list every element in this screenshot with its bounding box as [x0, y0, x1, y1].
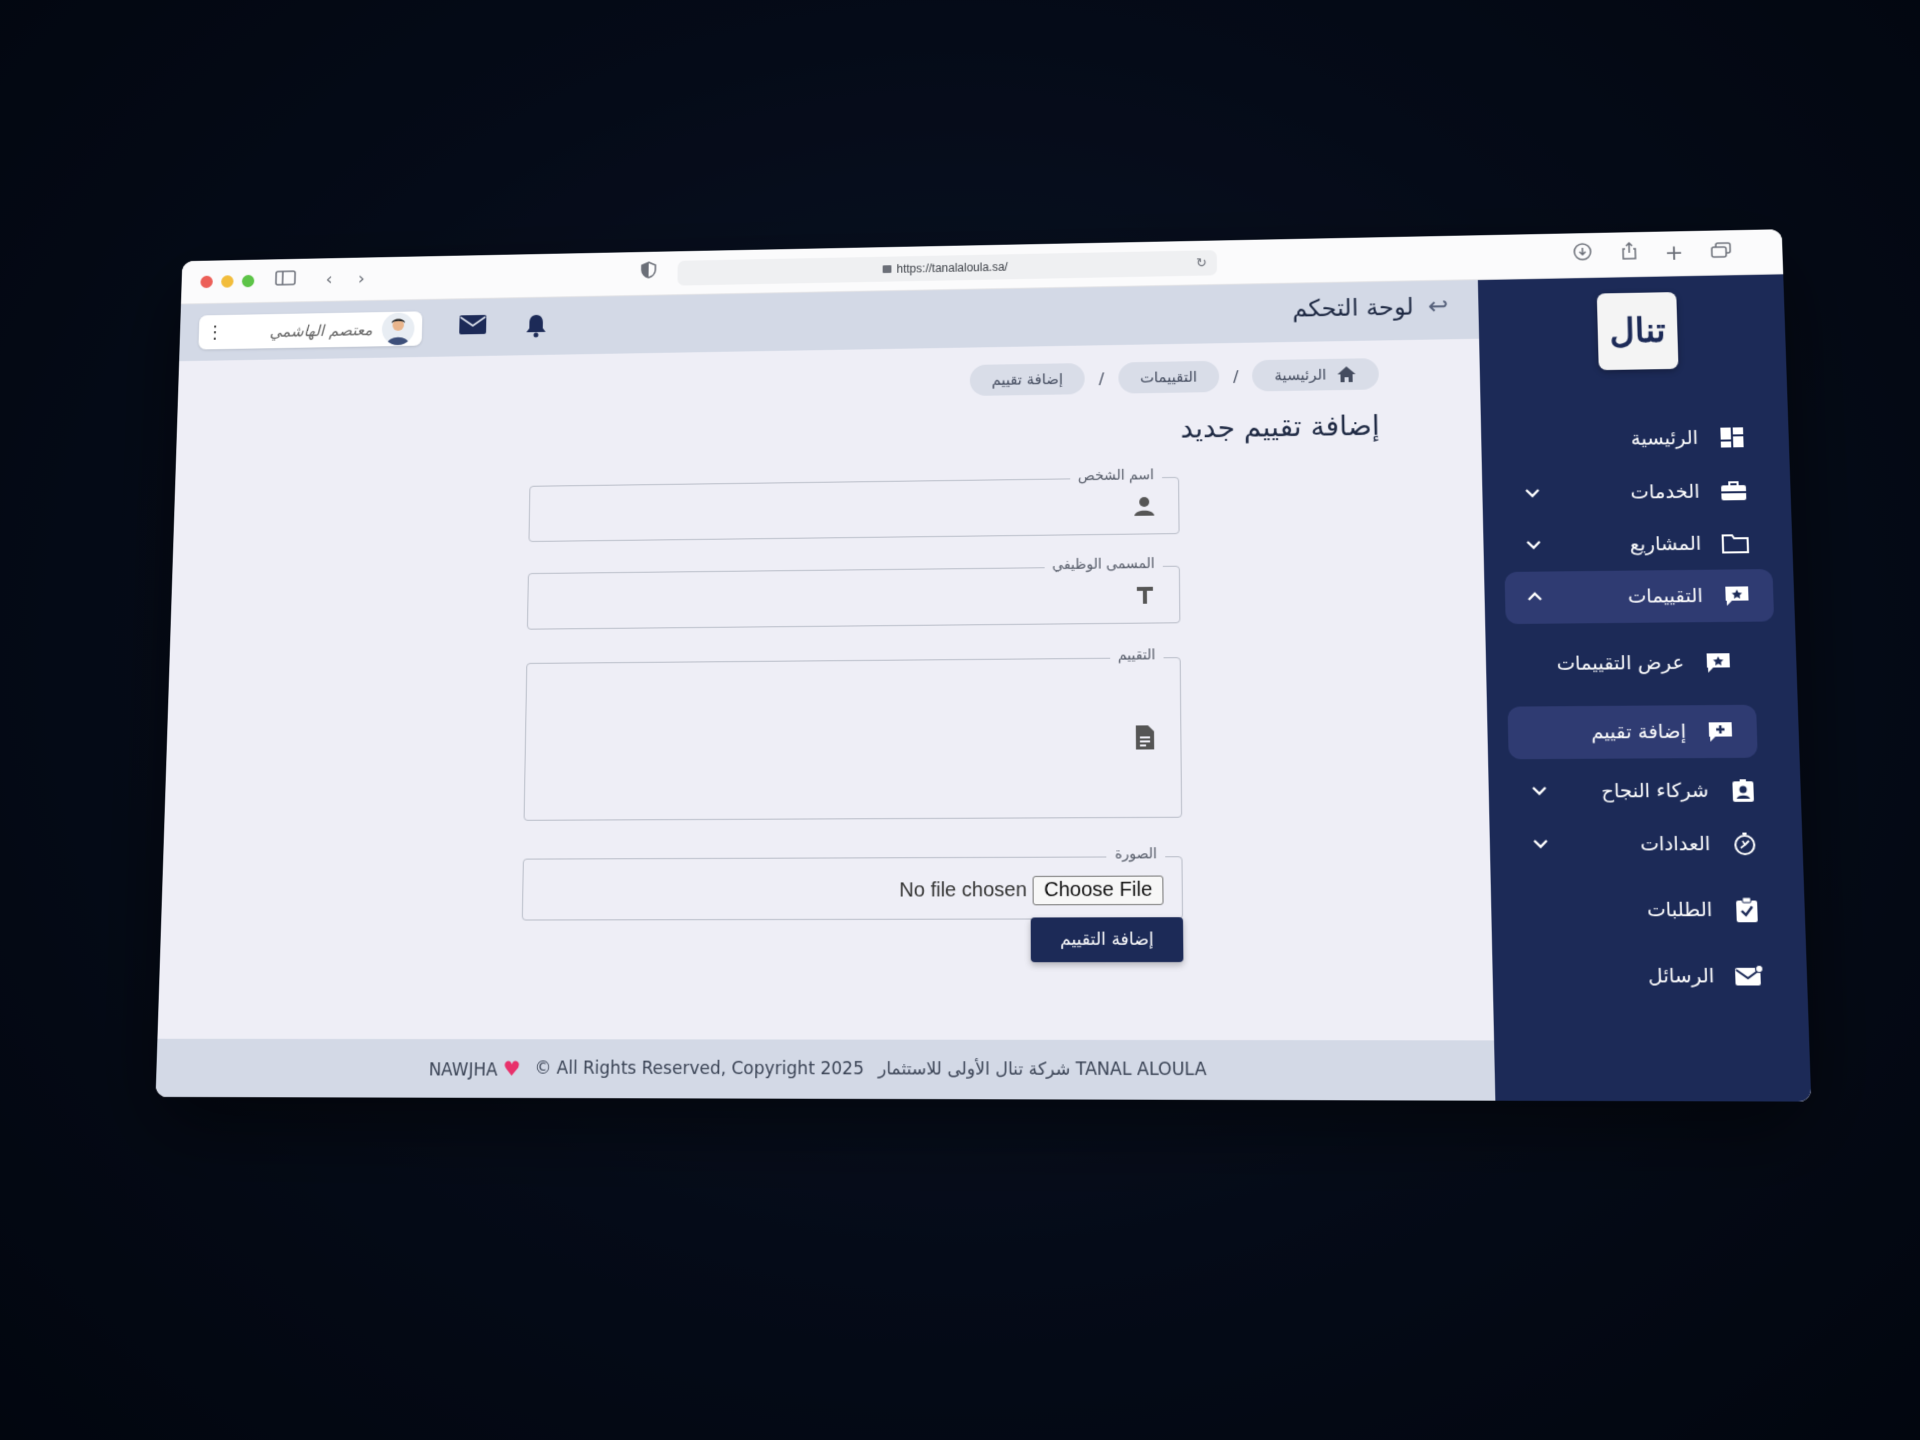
sidebar-item-label: شركاء النجاح: [1600, 779, 1710, 803]
chevron-down-icon[interactable]: [1523, 484, 1542, 502]
text-format-icon: [1133, 583, 1157, 607]
folder-icon: [1719, 530, 1751, 556]
breadcrumb-home[interactable]: الرئيسية: [1252, 358, 1380, 392]
close-window-button[interactable]: [200, 275, 213, 289]
sidebar-item-reviews[interactable]: التقييمات: [1504, 569, 1775, 625]
forward-chevron-icon[interactable]: ›: [348, 266, 375, 293]
sidebar-item-label: الطلبات: [1646, 898, 1713, 922]
sidebar-item-counters[interactable]: العدادات: [1510, 817, 1782, 871]
sidebar-item-label: المشاريع: [1629, 532, 1702, 556]
sidebar: تنال الرئيسية الخدمات المشاريع التقييمات…: [1477, 274, 1812, 1102]
person-icon: [1132, 494, 1156, 518]
review-icon: [1702, 649, 1734, 676]
more-options-icon[interactable]: ⋮: [206, 322, 224, 342]
chevron-down-icon[interactable]: [1531, 834, 1550, 852]
sidebar-item-services[interactable]: الخدمات: [1502, 465, 1770, 520]
bell-icon[interactable]: [524, 313, 553, 340]
person-name-input[interactable]: [539, 488, 1119, 532]
download-icon[interactable]: [1568, 242, 1597, 270]
sidebar-item-add-review[interactable]: إضافة تقييم: [1507, 704, 1758, 760]
lock-icon: [882, 265, 892, 274]
person-name-field[interactable]: اسم الشخص: [528, 467, 1180, 543]
envelope-icon[interactable]: [458, 314, 487, 341]
sidebar-item-home[interactable]: الرئيسية: [1501, 411, 1769, 466]
address-bar[interactable]: https://tanalaloula.sa/ ↻: [677, 250, 1218, 286]
breadcrumb-reviews[interactable]: التقييمات: [1117, 360, 1220, 394]
sidebar-item-label: إضافة تقييم: [1590, 720, 1687, 744]
page-title: إضافة تقييم جديد: [1180, 409, 1380, 445]
sidebar-item-label: التقييمات: [1627, 584, 1704, 608]
breadcrumb-add-review[interactable]: إضافة تقييم: [969, 363, 1085, 396]
sidebar-toggle-icon[interactable]: [272, 267, 299, 294]
sidebar-item-label: الرسائل: [1647, 964, 1715, 988]
sidebar-item-label: العدادات: [1639, 832, 1711, 856]
review-field[interactable]: التقييم: [523, 647, 1183, 821]
browser-window: ‹ › https://tanalaloula.sa/ ↻ + تنال الر…: [155, 229, 1812, 1102]
sidebar-item-messages[interactable]: الرسائل: [1513, 949, 1787, 1003]
sidebar-item-orders[interactable]: الطلبات: [1511, 883, 1784, 937]
credit-text: NAWJHA: [428, 1060, 498, 1081]
sidebar-item-label: الرئيسية: [1630, 427, 1699, 450]
review-label: التقييم: [1109, 647, 1164, 664]
sidebar-item-label: عرض التقييمات: [1556, 651, 1685, 675]
dashboard-icon: [1716, 424, 1748, 450]
breadcrumb-label: الرئيسية: [1274, 365, 1327, 385]
minimize-window-button[interactable]: [221, 275, 234, 288]
mail-icon: [1733, 963, 1765, 990]
avatar[interactable]: [381, 312, 415, 346]
add-review-icon: [1704, 718, 1736, 745]
footer: NAWJHA ♥ © All Rights Reserved, Copyrigh…: [155, 1038, 1496, 1101]
copyright-text: © All Rights Reserved, Copyright 2025: [534, 1058, 864, 1080]
breadcrumb-separator: /: [1232, 366, 1239, 386]
chevron-down-icon[interactable]: [1524, 536, 1543, 554]
review-icon: [1721, 582, 1753, 609]
person-name-label: اسم الشخص: [1069, 467, 1163, 485]
sidebar-item-view-reviews[interactable]: عرض التقييمات: [1506, 636, 1756, 691]
breadcrumb-label: إضافة تقييم: [991, 370, 1064, 389]
chevron-down-icon[interactable]: [1530, 781, 1549, 799]
url-text: https://tanalaloula.sa/: [896, 260, 1008, 276]
shield-icon[interactable]: [635, 260, 662, 287]
file-input[interactable]: No file chosen Choose File: [899, 875, 1164, 906]
sidebar-item-projects[interactable]: المشاريع: [1503, 517, 1772, 572]
image-field[interactable]: الصورة No file chosen Choose File: [521, 846, 1184, 921]
reload-icon[interactable]: ↻: [1196, 250, 1207, 275]
breadcrumb-label: التقييمات: [1139, 367, 1198, 387]
tabs-overview-icon[interactable]: [1706, 239, 1735, 267]
document-icon: [1134, 724, 1158, 750]
image-label: الصورة: [1106, 846, 1166, 863]
user-name: معتصم الهاشمي: [269, 320, 373, 341]
new-tab-icon[interactable]: +: [1659, 240, 1688, 268]
choose-file-button[interactable]: Choose File: [1032, 875, 1164, 906]
job-title-field[interactable]: المسمى الوظيفي: [526, 555, 1181, 630]
dashboard-title: ↩ لوحة التحكم: [1292, 292, 1448, 322]
home-icon: [1337, 366, 1356, 383]
clipboard-check-icon: [1731, 896, 1763, 923]
company-text: شركة تنال الأولى للاستثمار TANAL ALOULA: [878, 1059, 1207, 1081]
company-logo[interactable]: تنال: [1596, 292, 1679, 371]
share-icon[interactable]: [1615, 241, 1644, 269]
back-arrow-icon[interactable]: ↩: [1428, 292, 1449, 320]
breadcrumb-separator: /: [1098, 369, 1105, 388]
user-profile-menu[interactable]: ⋮ معتصم الهاشمي: [198, 311, 423, 350]
sidebar-item-label: الخدمات: [1630, 480, 1700, 504]
back-chevron-icon[interactable]: ‹: [315, 266, 342, 293]
no-file-text: No file chosen: [899, 879, 1027, 902]
sidebar-item-partners[interactable]: شركاء النجاح: [1509, 764, 1781, 819]
dashboard-app: تنال الرئيسية الخدمات المشاريع التقييمات…: [155, 274, 1812, 1102]
dashboard-title-text: لوحة التحكم: [1292, 292, 1414, 323]
submit-review-button[interactable]: إضافة التقييم: [1030, 917, 1184, 963]
chevron-up-icon[interactable]: [1525, 588, 1544, 606]
heart-icon: ♥: [502, 1056, 521, 1081]
toolbox-icon: [1718, 478, 1750, 504]
review-textarea[interactable]: [534, 668, 1121, 810]
breadcrumb: الرئيسية / التقييمات / إضافة تقييم: [969, 358, 1380, 396]
maximize-window-button[interactable]: [241, 274, 255, 288]
counter-icon: [1729, 830, 1761, 857]
job-title-input[interactable]: [537, 577, 1119, 619]
contact-badge-icon: [1727, 777, 1759, 804]
job-title-label: المسمى الوظيفي: [1044, 555, 1163, 574]
logo-text: تنال: [1609, 310, 1667, 352]
credit[interactable]: NAWJHA ♥: [428, 1056, 520, 1080]
